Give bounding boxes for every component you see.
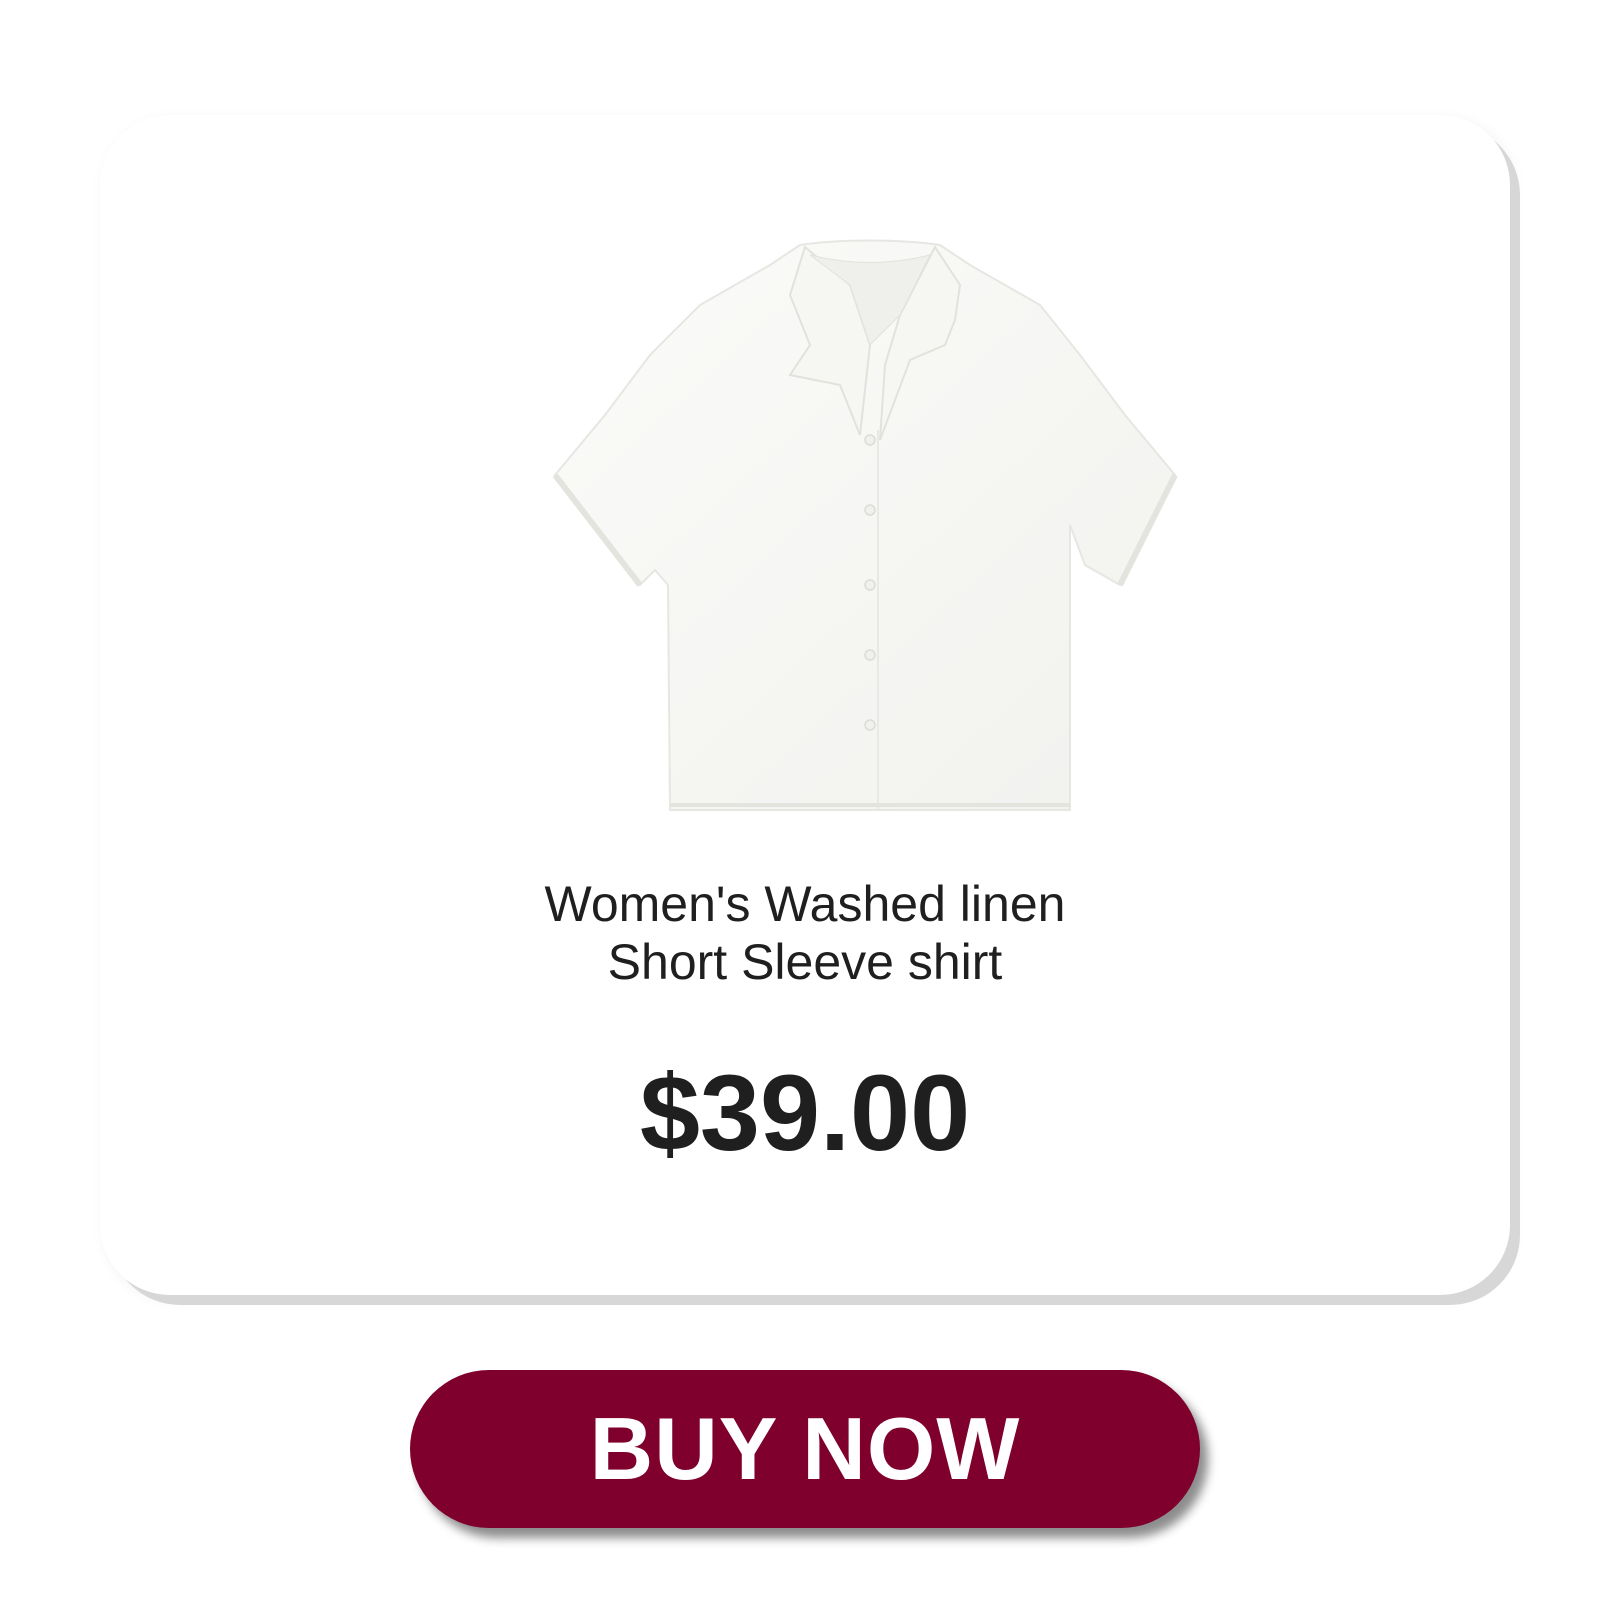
product-image[interactable] xyxy=(540,225,1200,825)
product-title-line-2: Short Sleeve shirt xyxy=(607,934,1003,990)
product-title-line-1: Women's Washed linen xyxy=(544,876,1066,932)
product-title: Women's Washed linen Short Sleeve shirt xyxy=(100,875,1510,991)
buy-now-button[interactable]: BUY NOW xyxy=(410,1370,1200,1528)
product-card: Women's Washed linen Short Sleeve shirt … xyxy=(100,115,1510,1295)
product-price: $39.00 xyxy=(639,1052,971,1173)
